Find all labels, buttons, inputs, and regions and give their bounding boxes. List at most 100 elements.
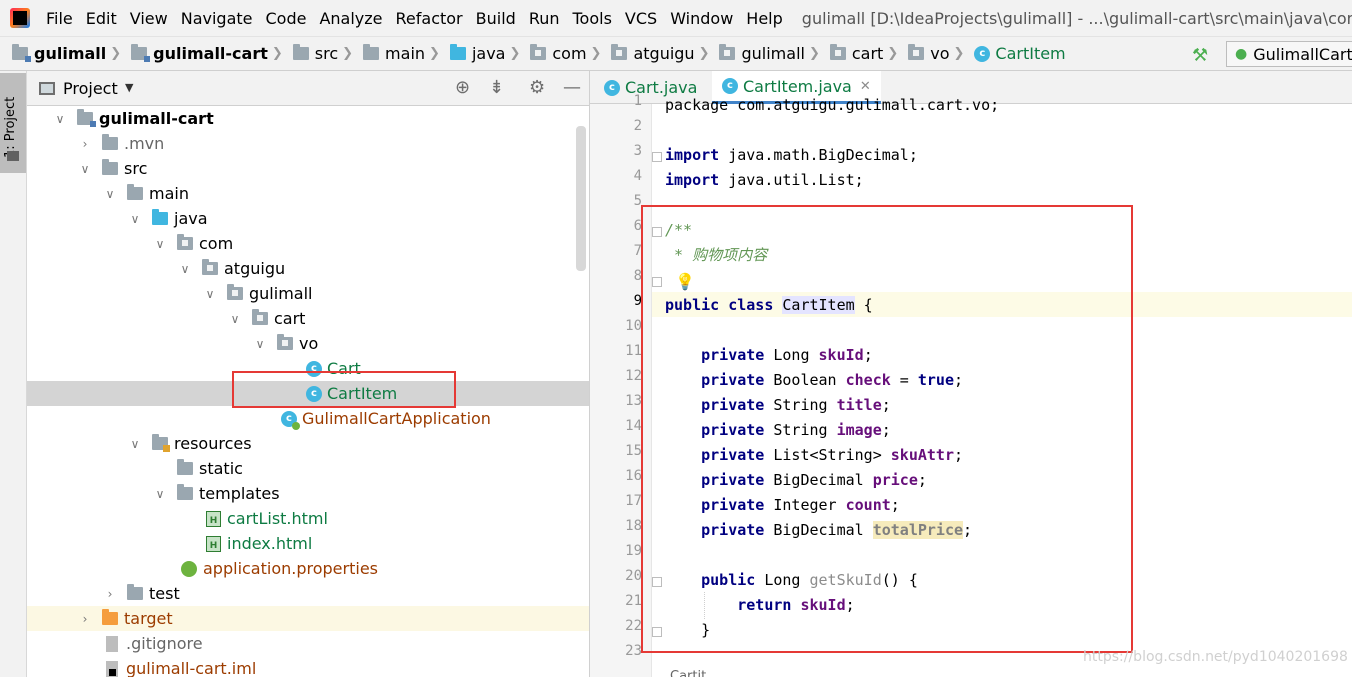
tree-item-index-html[interactable]: › H index.html <box>27 531 589 556</box>
fold-toggle-icon[interactable] <box>652 152 662 162</box>
module-folder-icon <box>131 44 151 62</box>
tree-item-vo[interactable]: ∨ vo <box>27 331 589 356</box>
tree-item-templates[interactable]: ∨ templates <box>27 481 589 506</box>
tree-scrollbar[interactable] <box>576 126 586 271</box>
crumb-cart[interactable]: cart ❯ <box>829 44 898 63</box>
tree-item-gulimall-cart[interactable]: ∨ gulimall-cart <box>27 106 589 131</box>
code-line-9[interactable]: public class CartItem { <box>665 293 873 318</box>
menu-build[interactable]: Build <box>474 9 518 28</box>
menu-help[interactable]: Help <box>744 9 784 28</box>
module-file-icon <box>106 660 118 677</box>
crumb-atguigu[interactable]: atguigu ❯ <box>611 44 709 63</box>
semicolon: ; <box>917 471 927 489</box>
menu-navigate[interactable]: Navigate <box>179 9 255 28</box>
collapsed-arrow-icon[interactable]: › <box>78 612 92 626</box>
crumb-project[interactable]: gulimall ❯ <box>12 44 121 63</box>
collapsed-arrow-icon[interactable]: › <box>103 587 117 601</box>
code-line-1[interactable]: package com.atguigu.gulimall.cart.vo; <box>665 93 999 118</box>
tree-item-com[interactable]: ∨ com <box>27 231 589 256</box>
code-line-16[interactable]: private BigDecimal price; <box>665 468 927 493</box>
tree-item-atguigu[interactable]: ∨ atguigu <box>27 256 589 281</box>
expanded-arrow-icon[interactable]: ∨ <box>153 487 167 501</box>
crumb-src[interactable]: src ❯ <box>292 44 353 63</box>
expanded-arrow-icon[interactable]: ∨ <box>103 187 117 201</box>
fold-toggle-icon[interactable] <box>652 277 662 287</box>
code-line-18[interactable]: private BigDecimal totalPrice; <box>665 518 972 543</box>
expanded-arrow-icon[interactable]: ∨ <box>53 112 67 126</box>
code-line-20[interactable]: public Long getSkuId() { <box>665 568 918 593</box>
tree-item-cart[interactable]: ∨ cart <box>27 306 589 331</box>
tree-item-application-properties[interactable]: › application.properties <box>27 556 589 581</box>
code-line-12[interactable]: private Boolean check = true; <box>665 368 963 393</box>
tree-item-static[interactable]: › static <box>27 456 589 481</box>
lightbulb-icon[interactable]: 💡 <box>675 272 695 291</box>
menu-tools[interactable]: Tools <box>571 9 614 28</box>
expanded-arrow-icon[interactable]: ∨ <box>78 162 92 176</box>
chevron-down-icon[interactable]: ▼ <box>125 81 133 94</box>
tree-item-cartitem-class[interactable]: › c CartItem <box>27 381 589 406</box>
code-line-14[interactable]: private String image; <box>665 418 891 443</box>
menu-window[interactable]: Window <box>668 9 735 28</box>
tree-item-cartlist-html[interactable]: › H cartList.html <box>27 506 589 531</box>
tree-item-iml[interactable]: › gulimall-cart.iml <box>27 656 589 677</box>
menu-analyze[interactable]: Analyze <box>317 9 384 28</box>
crumb-com[interactable]: com ❯ <box>530 44 601 63</box>
tree-item-test[interactable]: › test <box>27 581 589 606</box>
menu-edit[interactable]: Edit <box>84 9 119 28</box>
expanded-arrow-icon[interactable]: ∨ <box>203 287 217 301</box>
crumb-java[interactable]: java ❯ <box>449 44 520 63</box>
menu-file[interactable]: File <box>44 9 75 28</box>
code-line-13[interactable]: private String title; <box>665 393 891 418</box>
tree-item-resources[interactable]: ∨ resources <box>27 431 589 456</box>
expanded-arrow-icon[interactable]: ∨ <box>128 437 142 451</box>
fold-toggle-icon[interactable] <box>652 627 662 637</box>
code-line-4[interactable]: import java.util.List; <box>665 168 864 193</box>
tree-item-gulimall[interactable]: ∨ gulimall <box>27 281 589 306</box>
menu-code[interactable]: Code <box>264 9 309 28</box>
collapse-all-icon[interactable]: ⇟ <box>489 77 504 98</box>
fold-toggle-icon[interactable] <box>652 577 662 587</box>
expanded-arrow-icon[interactable]: ∨ <box>128 212 142 226</box>
editor-bottom-breadcrumb[interactable]: Cartit... <box>670 669 719 677</box>
crumb-label: gulimall <box>741 44 805 63</box>
expanded-arrow-icon[interactable]: ∨ <box>178 262 192 276</box>
code-line-17[interactable]: private Integer count; <box>665 493 900 518</box>
tree-item-target[interactable]: › target <box>27 606 589 631</box>
crumb-cartitem[interactable]: c CartItem <box>974 44 1066 63</box>
project-panel-title[interactable]: Project <box>63 79 118 98</box>
close-icon[interactable]: ✕ <box>860 79 871 94</box>
hammer-icon[interactable]: ⚒ <box>1192 45 1208 66</box>
tree-item-mvn[interactable]: › .mvn <box>27 131 589 156</box>
code-line-15[interactable]: private List<String> skuAttr; <box>665 443 963 468</box>
tree-item-gulimallcartapplication[interactable]: › c GulimallCartApplication <box>27 406 589 431</box>
locate-target-icon[interactable]: ⊕ <box>455 77 470 98</box>
code-line-3[interactable]: import java.math.BigDecimal; <box>665 143 918 168</box>
crumb-gulimall[interactable]: gulimall ❯ <box>719 44 820 63</box>
tree-item-gitignore[interactable]: › .gitignore <box>27 631 589 656</box>
menu-view[interactable]: View <box>128 9 170 28</box>
collapsed-arrow-icon[interactable]: › <box>78 137 92 151</box>
code-line-21[interactable]: return skuId; <box>665 593 854 618</box>
crumb-main[interactable]: main ❯ <box>363 44 440 63</box>
menu-refactor[interactable]: Refactor <box>394 9 465 28</box>
expanded-arrow-icon[interactable]: ∨ <box>153 237 167 251</box>
hide-panel-icon[interactable]: — <box>563 77 581 98</box>
code-line-11[interactable]: private Long skuId; <box>665 343 873 368</box>
expanded-arrow-icon[interactable]: ∨ <box>253 337 267 351</box>
tree-item-cart-class[interactable]: › c Cart <box>27 356 589 381</box>
fold-toggle-icon[interactable] <box>652 227 662 237</box>
menu-vcs[interactable]: VCS <box>623 9 659 28</box>
menu-run[interactable]: Run <box>527 9 562 28</box>
code-line-7[interactable]: * 购物项内容 <box>665 243 767 268</box>
project-tool-window-button[interactable]: 1: Project <box>0 73 26 173</box>
expanded-arrow-icon[interactable]: ∨ <box>228 312 242 326</box>
gear-icon[interactable]: ⚙ <box>529 77 545 98</box>
tree-item-java[interactable]: ∨ java <box>27 206 589 231</box>
tree-item-main[interactable]: ∨ main <box>27 181 589 206</box>
crumb-vo[interactable]: vo ❯ <box>908 44 964 63</box>
code-line-6[interactable]: /** <box>665 218 692 243</box>
code-line-22[interactable]: } <box>665 618 710 643</box>
crumb-module[interactable]: gulimall-cart ❯ <box>131 44 283 63</box>
run-configuration-selector[interactable]: ● GulimallCartA <box>1226 41 1352 67</box>
tree-item-src[interactable]: ∨ src <box>27 156 589 181</box>
